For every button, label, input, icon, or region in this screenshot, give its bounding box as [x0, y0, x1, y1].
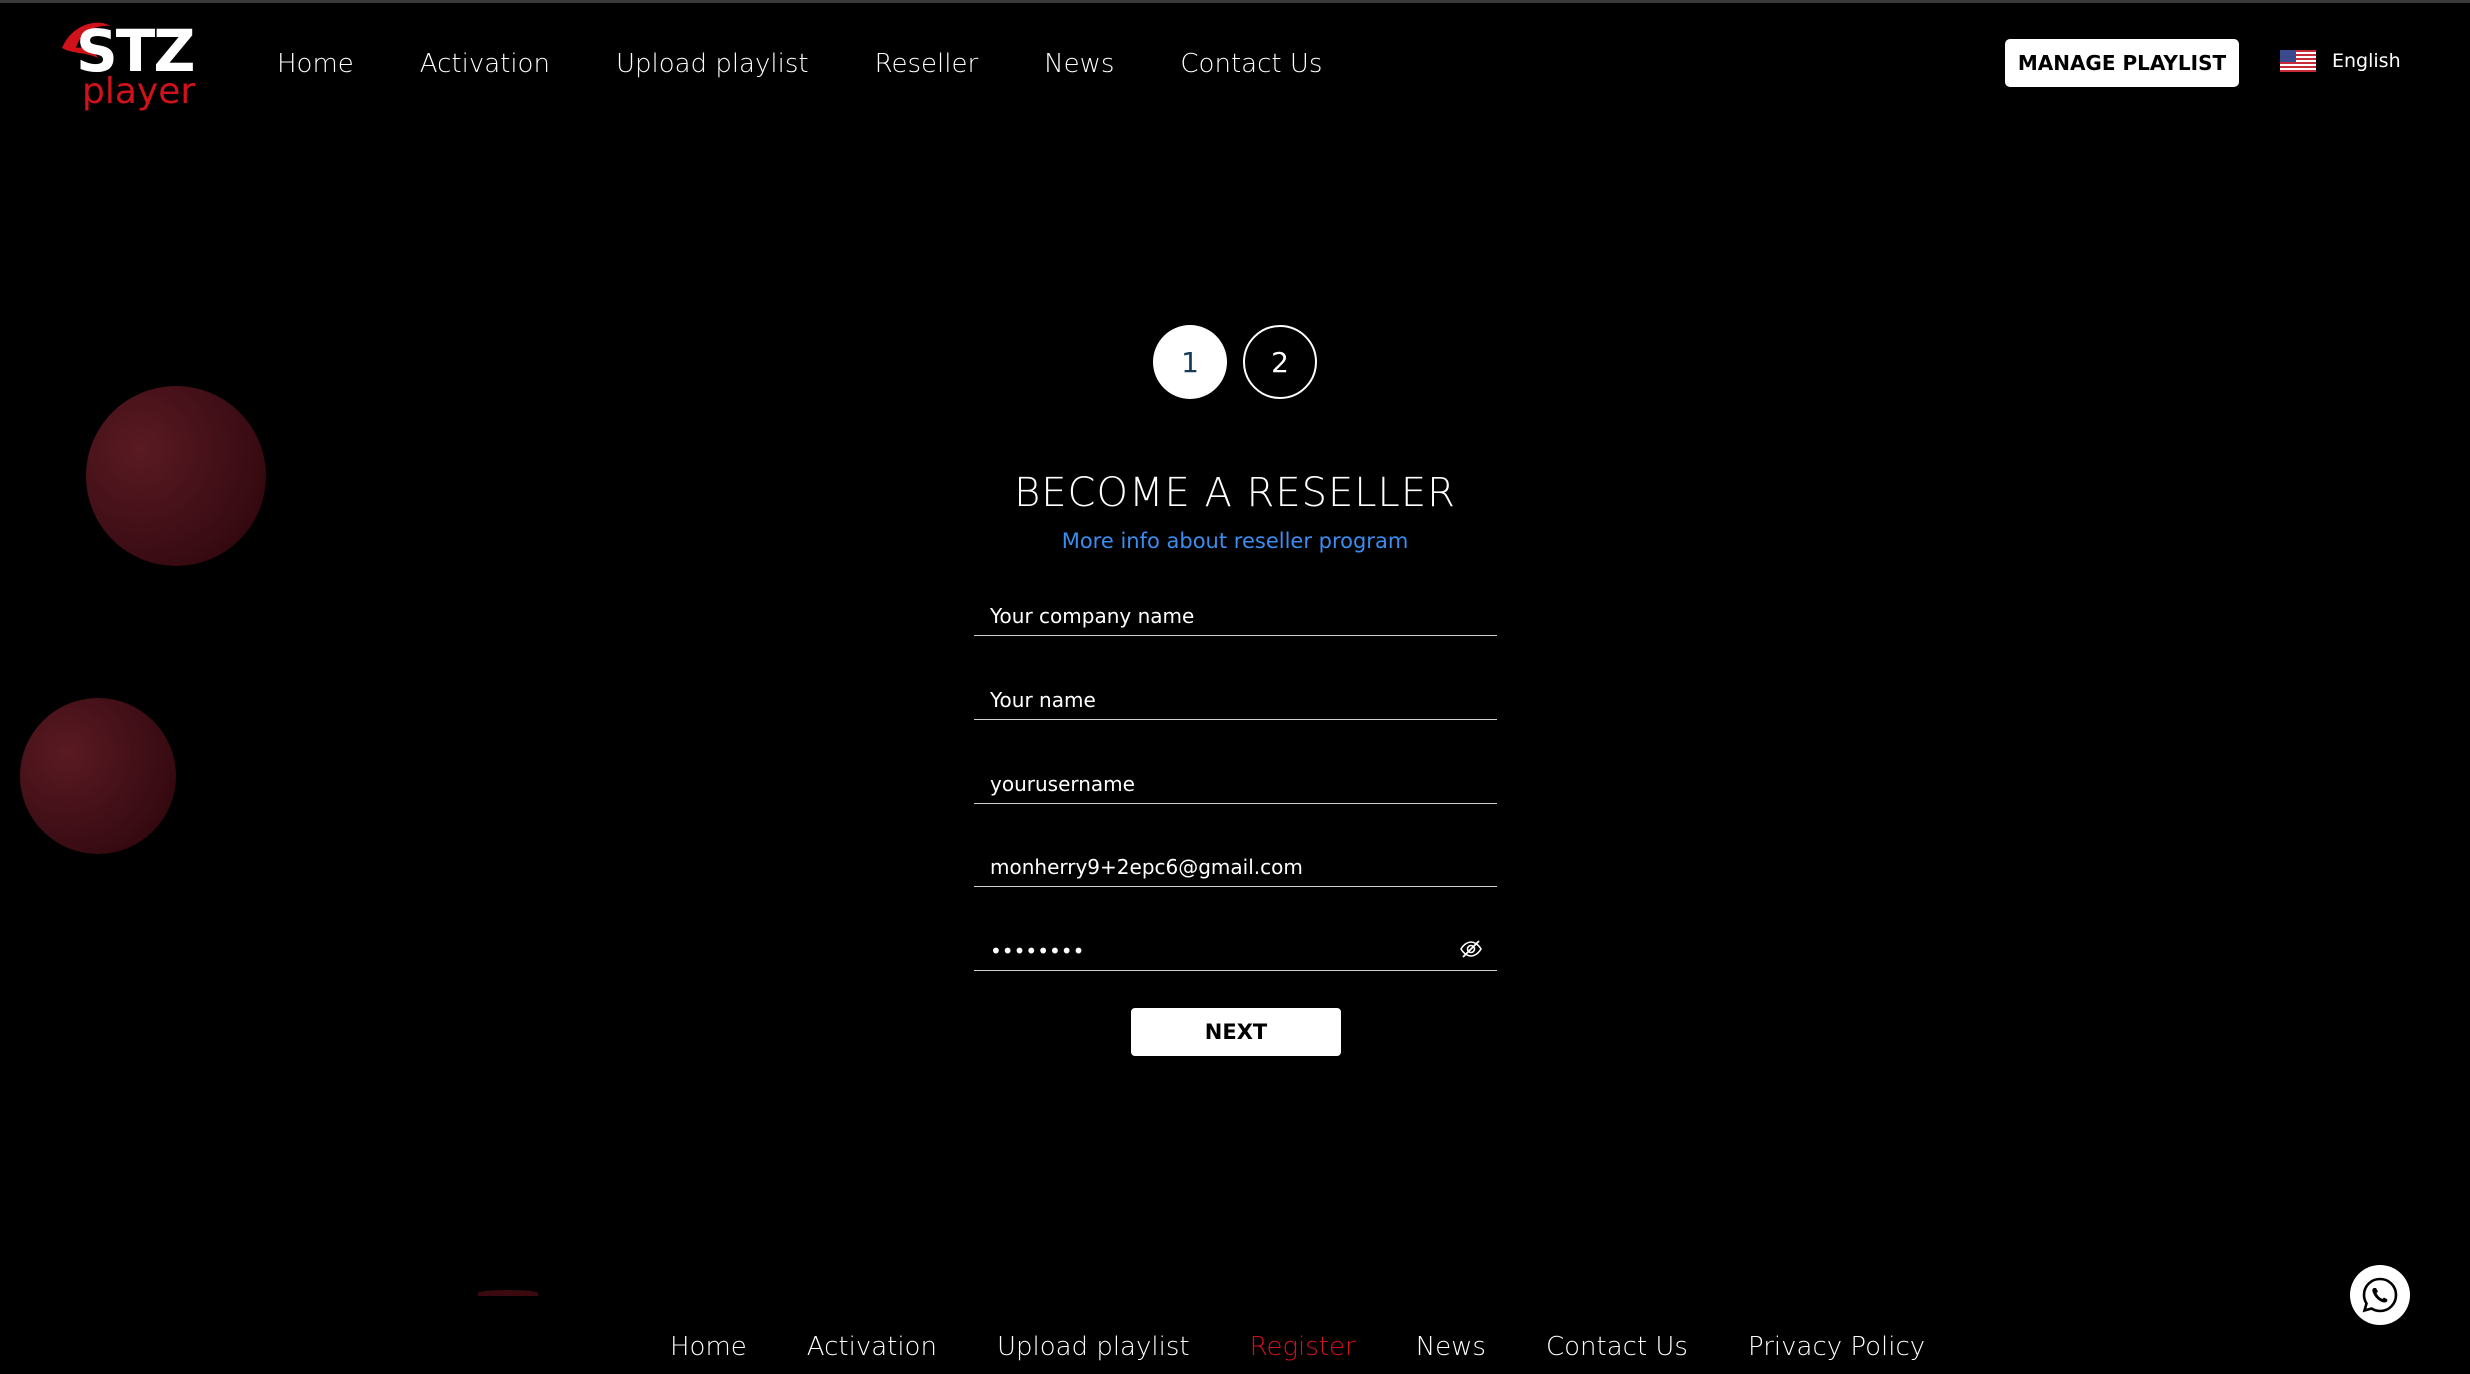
footer-nav-register[interactable]: Register	[1250, 1330, 1356, 1364]
whatsapp-button[interactable]	[2350, 1265, 2410, 1325]
password-field	[974, 927, 1497, 971]
decorative-circle	[478, 1290, 538, 1296]
manage-playlist-button[interactable]: MANAGE PLAYLIST	[2005, 39, 2239, 87]
step-1-indicator: 1	[1153, 325, 1227, 399]
decorative-circle	[20, 698, 176, 854]
nav-reseller[interactable]: Reseller	[875, 46, 979, 82]
main-nav: Home Activation Upload playlist Reseller…	[277, 46, 1388, 82]
company-name-field	[974, 592, 1497, 636]
username-field	[974, 760, 1497, 804]
page-title: BECOME A RESELLER	[1014, 470, 1456, 516]
language-selector[interactable]: English	[2280, 50, 2401, 72]
email-field	[974, 843, 1497, 887]
username-input[interactable]	[974, 760, 1497, 803]
password-input[interactable]	[974, 927, 1497, 970]
footer-nav-contact-us[interactable]: Contact Us	[1546, 1330, 1688, 1364]
your-name-field	[974, 676, 1497, 720]
next-button[interactable]: NEXT	[1131, 1008, 1341, 1056]
stz-player-logo[interactable]: STZ player	[58, 18, 195, 114]
footer-nav: Home Activation Upload playlist Register…	[670, 1330, 1985, 1364]
us-flag-icon	[2280, 50, 2316, 72]
logo-sub-text: player	[82, 71, 196, 112]
step-2-indicator: 2	[1243, 325, 1317, 399]
footer-nav-home[interactable]: Home	[670, 1330, 747, 1364]
nav-upload-playlist[interactable]: Upload playlist	[616, 46, 809, 82]
your-name-input[interactable]	[974, 676, 1497, 719]
top-border	[0, 0, 2470, 3]
footer-nav-activation[interactable]: Activation	[807, 1330, 937, 1364]
nav-news[interactable]: News	[1044, 46, 1114, 82]
footer-nav-news[interactable]: News	[1416, 1330, 1486, 1364]
eye-slash-icon[interactable]	[1459, 937, 1483, 961]
email-input[interactable]	[974, 843, 1497, 886]
language-label: English	[2332, 50, 2401, 72]
nav-contact-us[interactable]: Contact Us	[1180, 46, 1322, 82]
footer-nav-upload-playlist[interactable]: Upload playlist	[997, 1330, 1190, 1364]
nav-activation[interactable]: Activation	[420, 46, 550, 82]
whatsapp-icon	[2362, 1277, 2398, 1313]
footer-nav-privacy-policy[interactable]: Privacy Policy	[1748, 1330, 1925, 1364]
nav-home[interactable]: Home	[277, 46, 354, 82]
company-name-input[interactable]	[974, 592, 1497, 635]
reseller-info-link[interactable]: More info about reseller program	[0, 529, 2470, 553]
